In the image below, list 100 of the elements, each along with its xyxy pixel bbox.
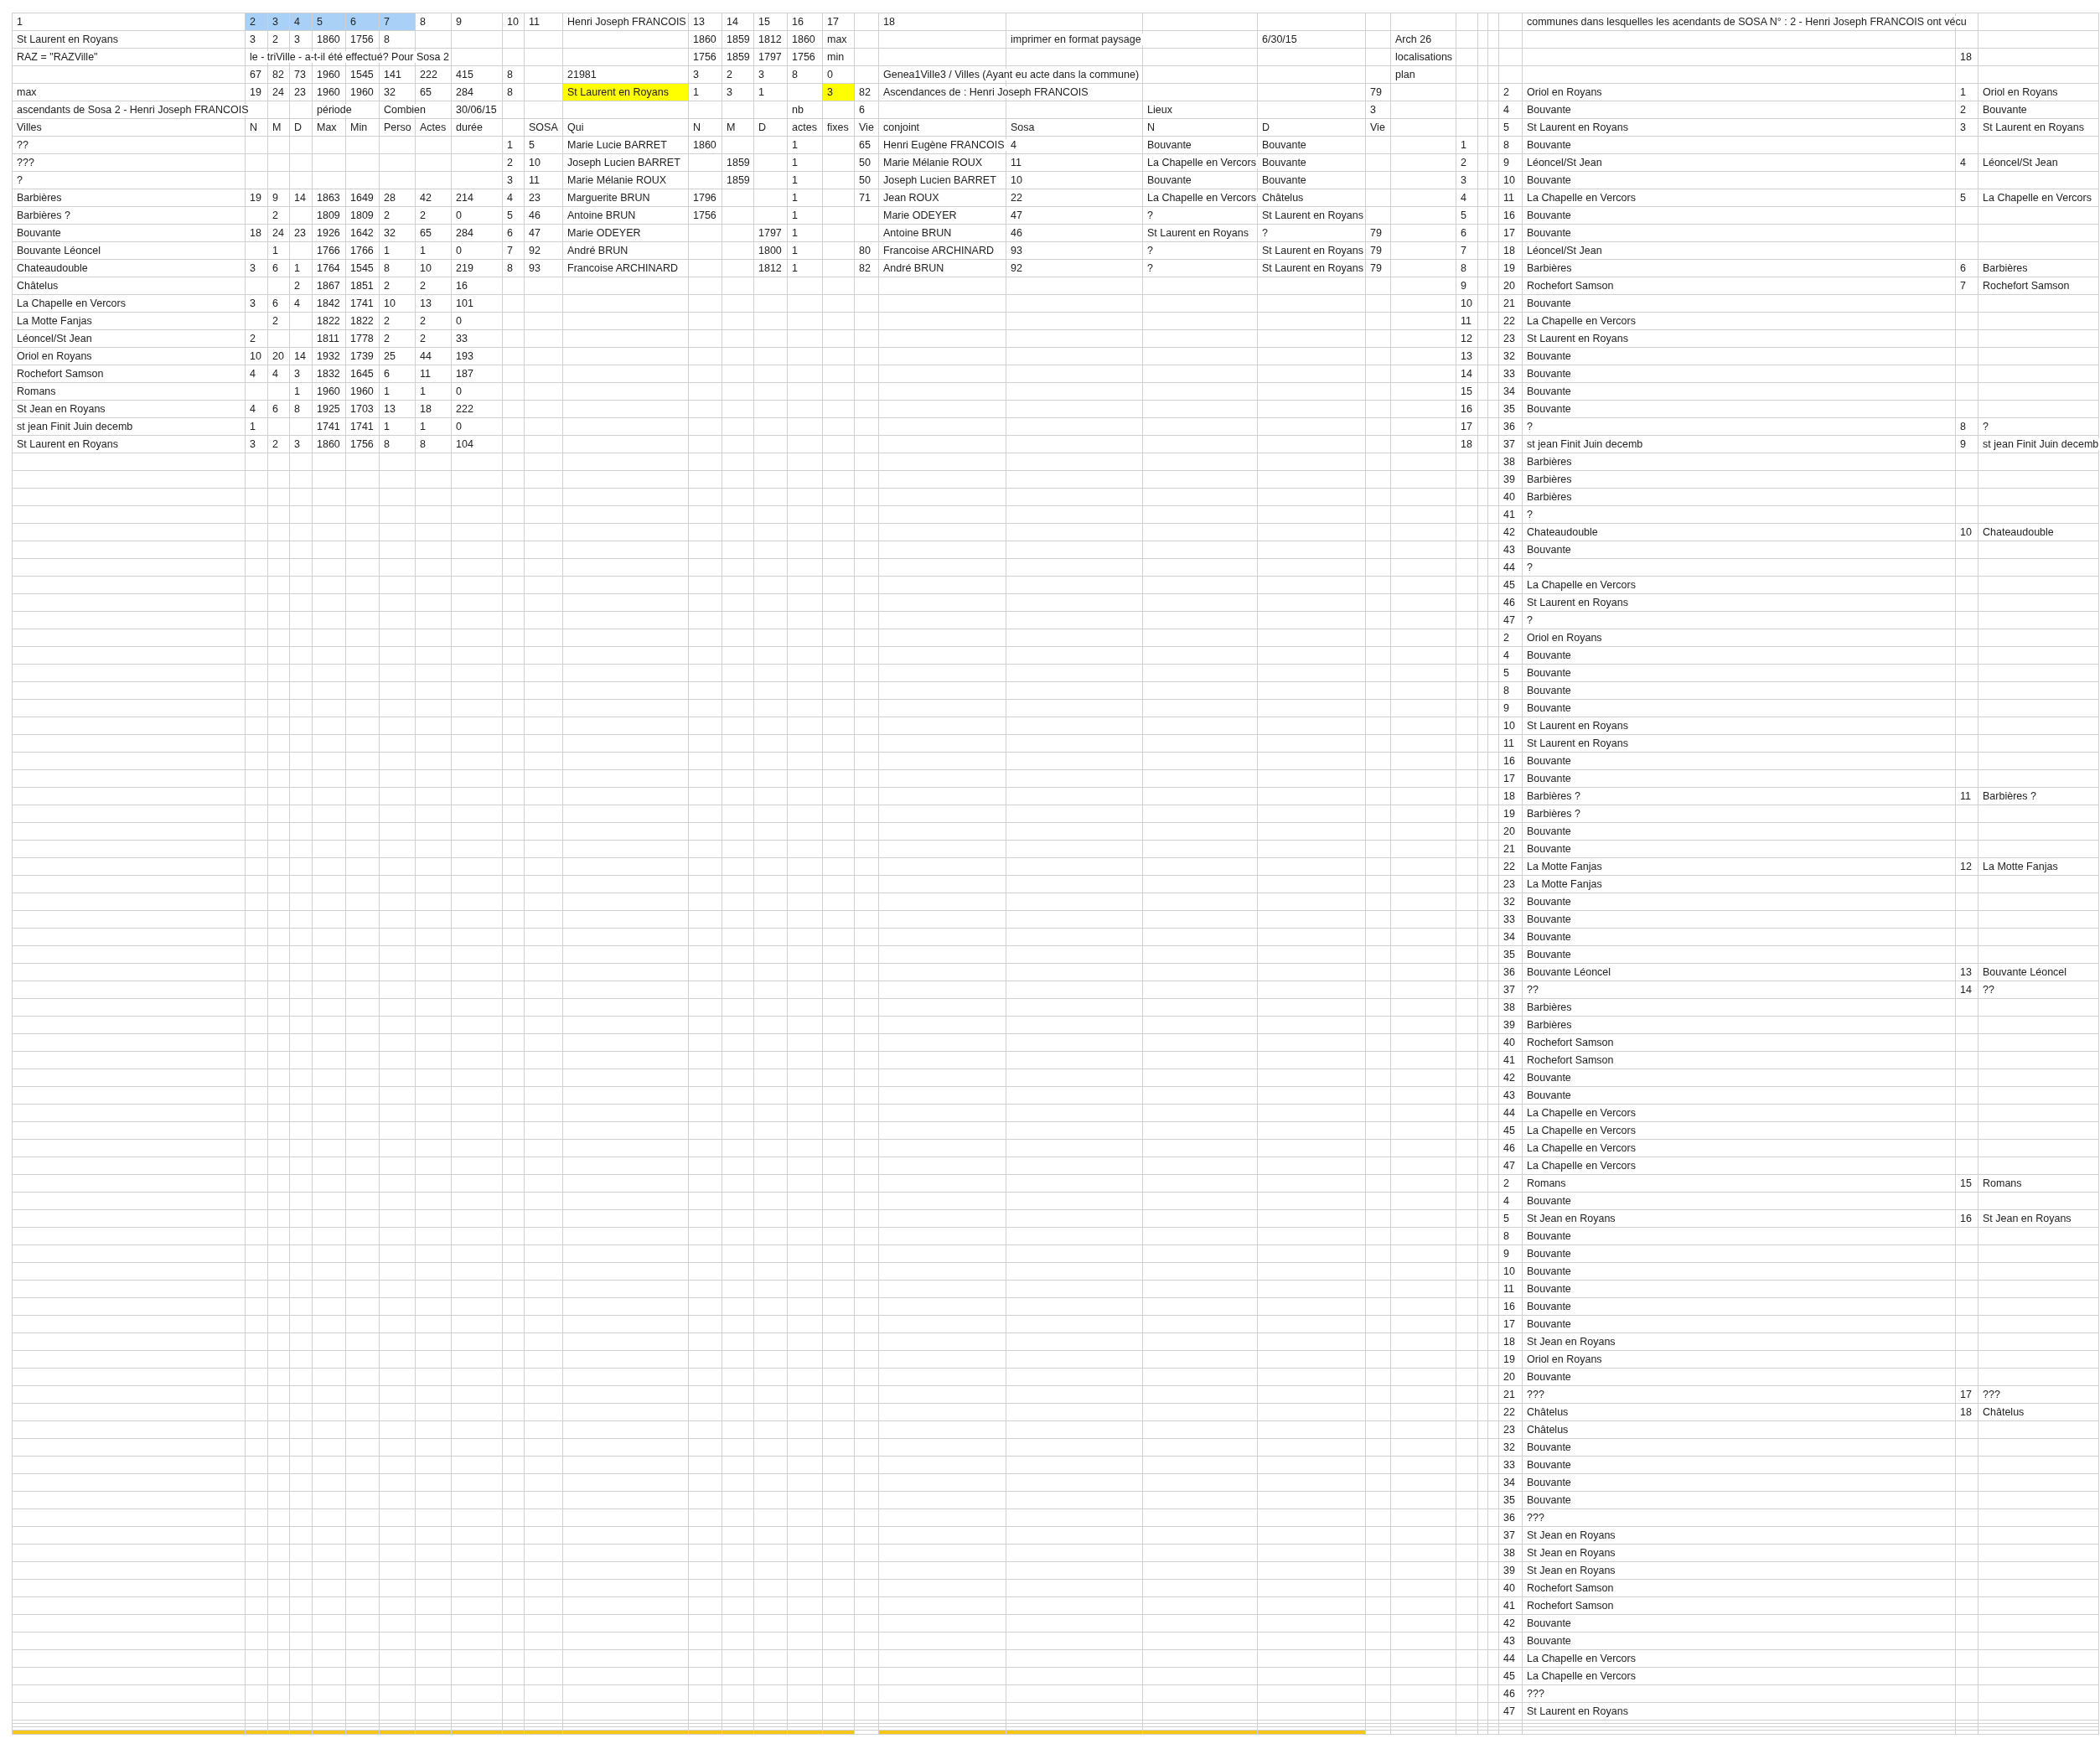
table-cell: Bouvante xyxy=(1527,825,1573,837)
table-cell: 1796 xyxy=(693,192,718,204)
table-cell: 1 xyxy=(294,386,302,397)
table-cell: 2 xyxy=(384,210,391,221)
table-cell: 10 xyxy=(384,298,397,309)
table-cell: St Laurent en Royans xyxy=(1262,245,1365,256)
table-cell: 1932 xyxy=(317,350,342,362)
table-cell: 33 xyxy=(1503,1459,1517,1471)
table-cell: St Jean en Royans xyxy=(1527,1529,1617,1541)
table-cell: 38 xyxy=(1503,1547,1517,1559)
selected-cell[interactable]: 2 xyxy=(245,13,268,31)
table-cell: 2 xyxy=(420,280,427,292)
table-cell: La Chapelle en Vercors xyxy=(1147,157,1258,168)
table-cell: Bouvante xyxy=(1527,1441,1573,1453)
table-cell: 7 xyxy=(507,245,515,256)
table-cell: La Chapelle en Vercors xyxy=(1983,192,2093,204)
table-cell: 9 xyxy=(1960,438,1968,450)
table-cell: 34 xyxy=(1503,386,1517,397)
table-cell: 2 xyxy=(272,315,280,327)
table-cell: 2 xyxy=(272,210,280,221)
table-cell: 193 xyxy=(456,350,475,362)
table-cell: 4 xyxy=(272,368,280,380)
table-cell: 1811 xyxy=(317,333,341,344)
table-cell: Bouvante xyxy=(1527,1248,1573,1260)
table-cell: La Motte Fanjas xyxy=(1527,861,1604,872)
table-cell: 20 xyxy=(1503,1371,1517,1383)
table-cell: Bouvante xyxy=(1147,174,1193,186)
table-cell: 1960 xyxy=(317,86,342,98)
table-cell: 17 xyxy=(1503,773,1517,784)
table-cell: 1859 xyxy=(727,174,752,186)
table-cell: Barbières xyxy=(1527,1019,1574,1031)
table-cell: 20 xyxy=(1503,825,1517,837)
table-cell: 30/06/15 xyxy=(456,104,499,116)
table-cell: Rochefort Samson xyxy=(1527,1054,1616,1066)
table-cell: Bouvante xyxy=(1527,949,1573,960)
table-cell: 1756 xyxy=(350,34,375,45)
table-cell: Arch 26 xyxy=(1395,34,1434,45)
table-cell: 22 xyxy=(1503,315,1517,327)
table-cell: La Chapelle en Vercors xyxy=(1527,1653,1637,1664)
selected-cell[interactable]: 4 xyxy=(289,13,313,31)
table-cell: Chateaudouble xyxy=(17,262,90,274)
table-cell: 1 xyxy=(792,157,799,168)
table-cell: Bouvante Léoncel xyxy=(1527,966,1613,978)
table-cell: 79 xyxy=(1370,86,1384,98)
table-cell: Bouvante xyxy=(1527,1477,1573,1488)
table-cell: 15 xyxy=(1960,1177,1973,1189)
table-cell: 6 xyxy=(384,368,391,380)
table-cell: 0 xyxy=(456,421,463,432)
table-cell: 93 xyxy=(1011,245,1024,256)
table-cell: 0 xyxy=(456,315,463,327)
table-cell: La Chapelle en Vercors xyxy=(1527,1107,1637,1119)
table-cell: 32 xyxy=(384,86,397,98)
table-cell: Bouvante xyxy=(1147,139,1193,151)
table-cell: Combien xyxy=(384,104,428,116)
table-cell: 16 xyxy=(1503,755,1517,767)
table-cell: Marie ODEYER xyxy=(567,227,643,239)
table-cell: Sosa xyxy=(1011,122,1037,133)
table-cell: 104 xyxy=(456,438,475,450)
table-cell: 33 xyxy=(1503,368,1517,380)
table-cell: 93 xyxy=(529,262,542,274)
table-cell: 65 xyxy=(859,139,872,151)
table-cell: 1960 xyxy=(350,86,375,98)
table-cell: 82 xyxy=(859,262,872,274)
table-cell: La Chapelle en Vercors xyxy=(1527,315,1637,327)
table-cell: Barbières xyxy=(1527,456,1574,468)
table-cell: 42 xyxy=(1503,1617,1517,1629)
table-cell: 34 xyxy=(1503,1477,1517,1488)
table-cell: 43 xyxy=(1503,1635,1517,1647)
table-cell: 14 xyxy=(1960,984,1973,996)
table-cell: Bouvante xyxy=(1527,1230,1573,1242)
table-cell: 18 xyxy=(250,227,263,239)
table-cell: Barbières xyxy=(1527,262,1574,274)
table-cell: fixes xyxy=(827,122,851,133)
table-cell: 4 xyxy=(1960,157,1968,168)
table-cell: 1 xyxy=(792,192,799,204)
table-cell: 10 xyxy=(507,16,520,28)
table-cell: Marie Lucie BARRET xyxy=(567,139,669,151)
selected-cell[interactable]: 6 xyxy=(345,13,380,31)
table-cell: Bouvante xyxy=(1527,1494,1573,1506)
table-cell: Barbières ? xyxy=(1983,790,2038,802)
table-cell: 45 xyxy=(1503,579,1517,591)
table-cell: 1756 xyxy=(693,210,718,221)
table-cell: Léoncel/St Jean xyxy=(1527,157,1604,168)
table-cell: N xyxy=(693,122,703,133)
table-cell: 1860 xyxy=(792,34,817,45)
table-cell: 11 xyxy=(1503,192,1516,204)
table-cell: 1703 xyxy=(350,403,375,415)
selected-cell[interactable]: 5 xyxy=(312,13,346,31)
selected-cell[interactable]: 7 xyxy=(379,13,416,31)
table-cell: St Jean en Royans xyxy=(1527,1547,1617,1559)
table-cell: 18 xyxy=(1503,245,1517,256)
table-cell: 2 xyxy=(294,280,302,292)
table-cell: St Jean en Royans xyxy=(1527,1336,1617,1348)
table-cell: ?? xyxy=(17,139,30,151)
table-cell: St Laurent en Royans xyxy=(1527,333,1630,344)
table-cell: Bouvante xyxy=(1527,350,1573,362)
table-cell: 11 xyxy=(1960,790,1973,802)
selected-cell[interactable]: 3 xyxy=(267,13,290,31)
table-cell: 6 xyxy=(272,262,280,274)
table-cell: 5 xyxy=(1503,122,1511,133)
